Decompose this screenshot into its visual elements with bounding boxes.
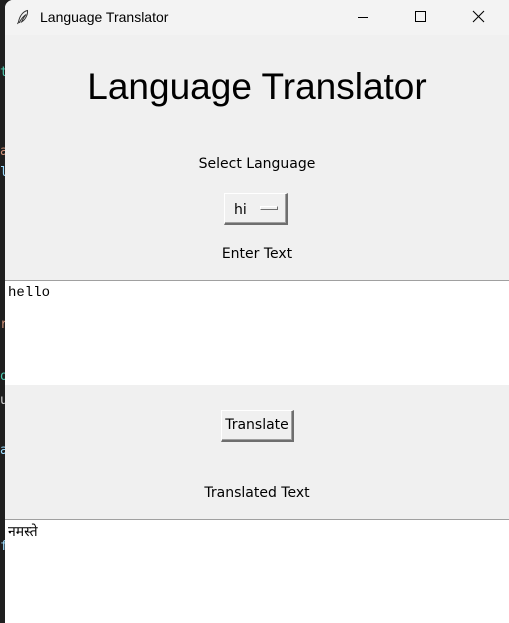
dropdown-indicator-icon — [260, 206, 278, 210]
minimize-button[interactable] — [340, 0, 386, 35]
close-button[interactable] — [455, 0, 501, 35]
language-dropdown-value: hi — [234, 202, 247, 218]
input-text-area[interactable]: hello — [5, 280, 509, 385]
app-window: Language Translator Language Translator … — [5, 0, 509, 623]
maximize-icon — [415, 11, 426, 22]
page-title: Language Translator — [87, 66, 427, 107]
minimize-icon — [358, 17, 368, 18]
input-text-value: hello — [8, 285, 51, 301]
output-text-value: नमस्ते — [8, 524, 38, 540]
title-bar[interactable]: Language Translator — [5, 0, 509, 35]
enter-text-label: Enter Text — [221, 246, 293, 262]
maximize-button[interactable] — [396, 0, 442, 35]
window-title: Language Translator — [40, 9, 169, 25]
feather-icon — [17, 9, 29, 25]
output-text-area[interactable]: नमस्ते — [5, 519, 509, 623]
close-icon — [472, 10, 485, 23]
translated-text-label: Translated Text — [204, 485, 310, 501]
translate-button[interactable]: Translate — [221, 410, 294, 442]
select-language-label: Select Language — [198, 156, 316, 172]
language-dropdown[interactable]: hi — [224, 193, 288, 225]
